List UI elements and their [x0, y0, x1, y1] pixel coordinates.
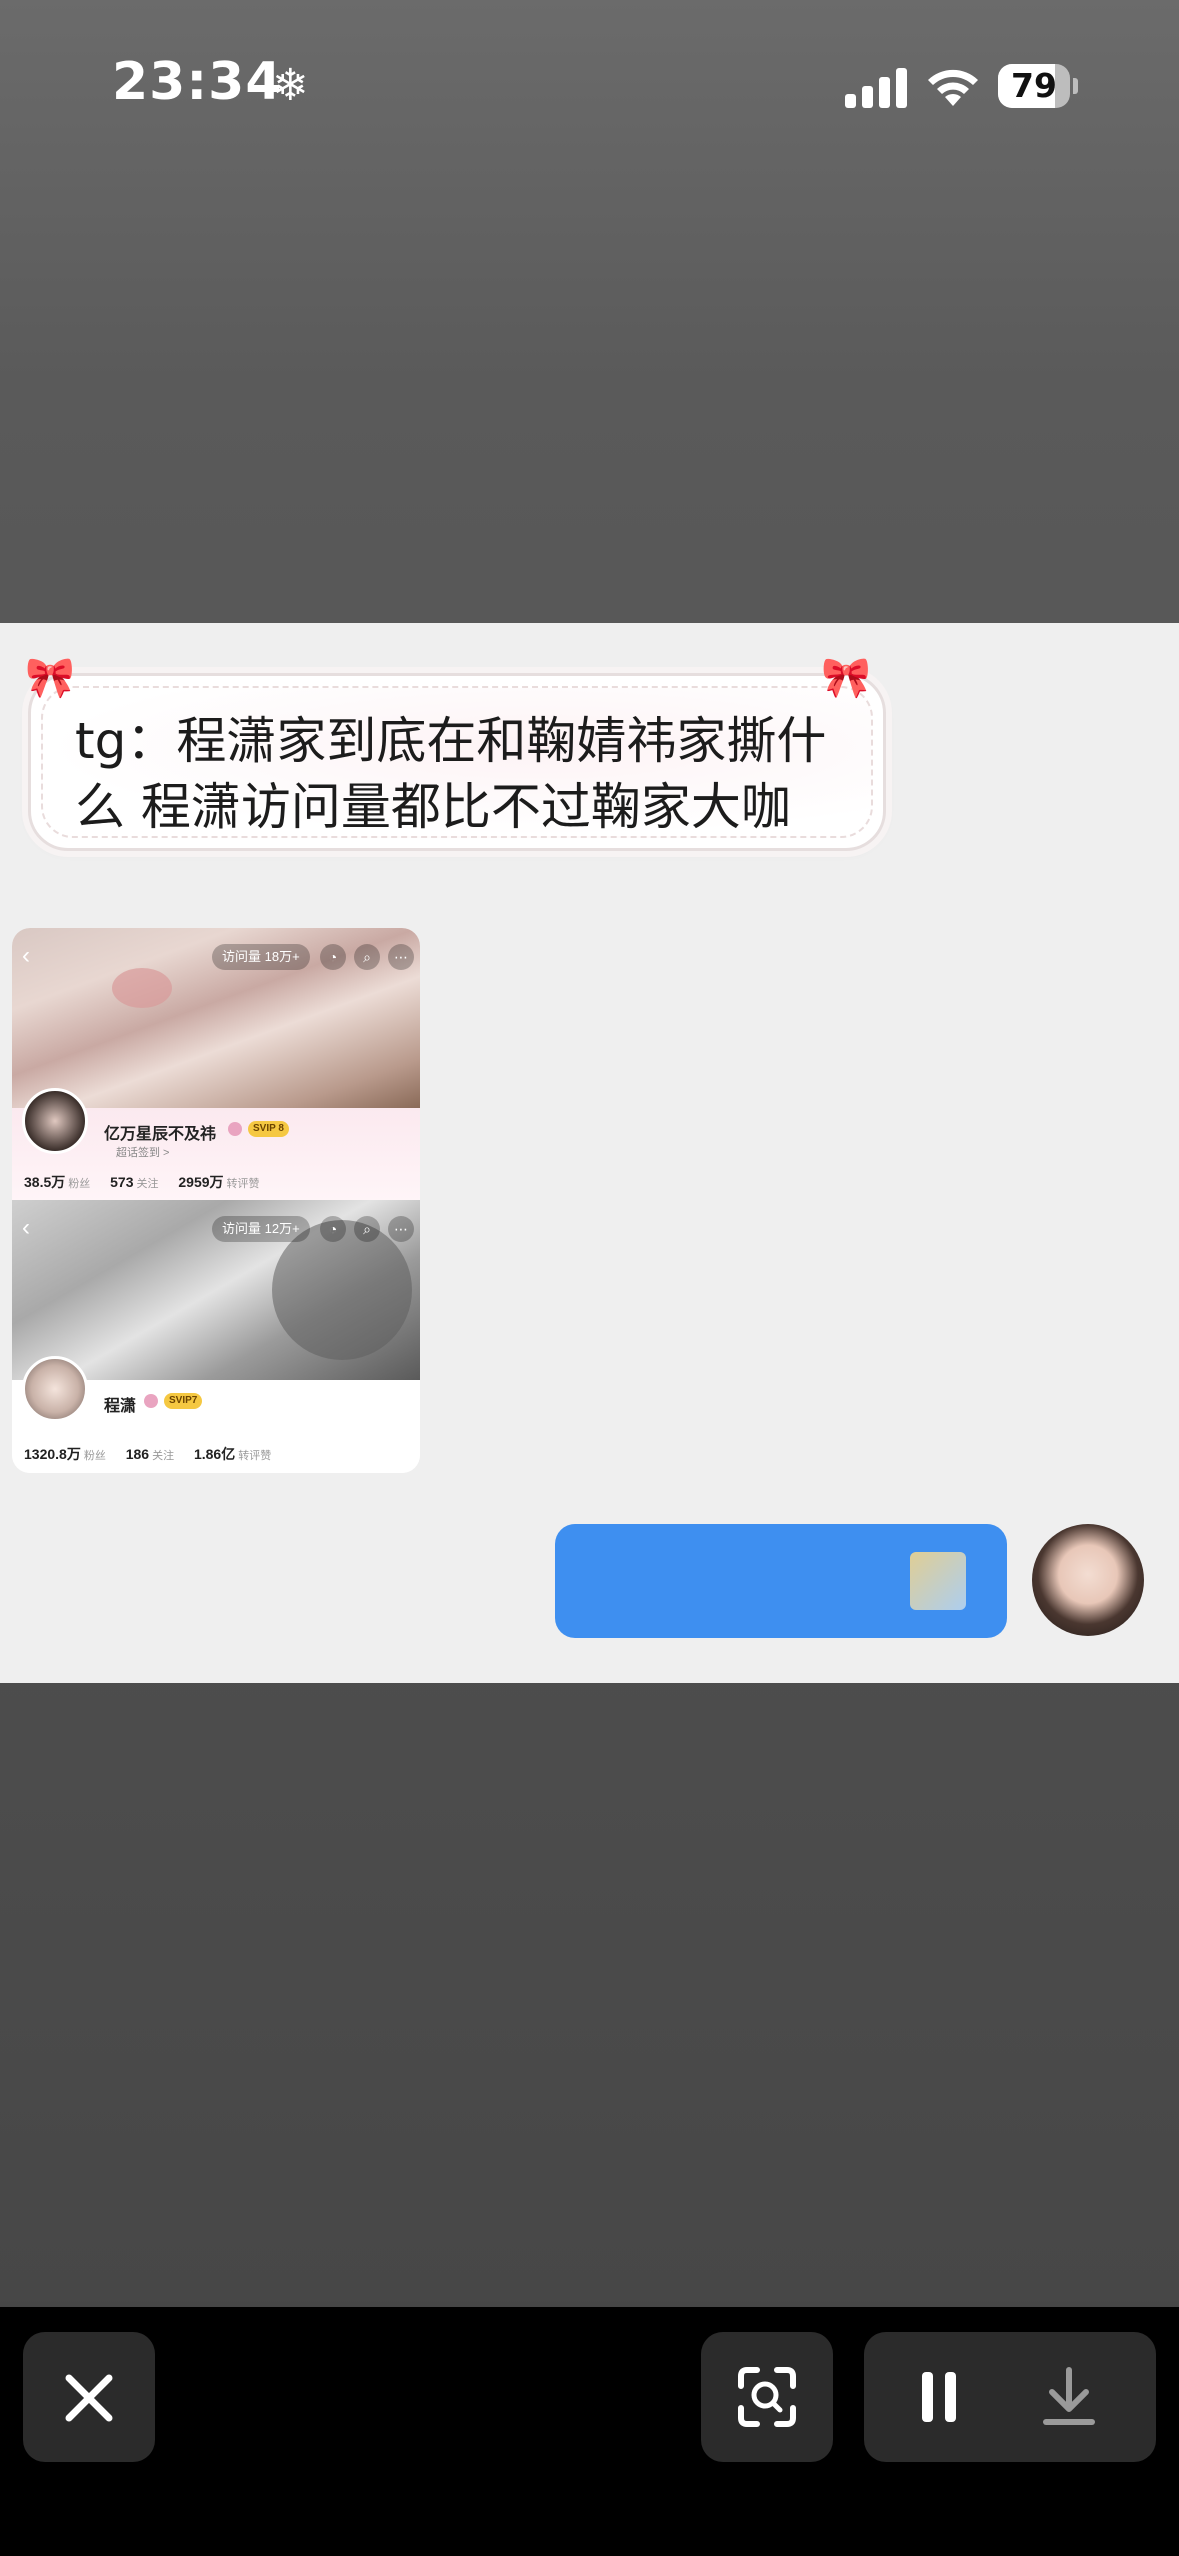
- search-icon: ⌕: [354, 1216, 380, 1242]
- image-message[interactable]: ‹ 访问量 18万+ ◔ ⌕ ⋯ 亿万星辰不及祎 SVIP 8 超话签到 > 3…: [12, 928, 420, 1473]
- bell-icon: ◔: [320, 1216, 346, 1242]
- close-button[interactable]: [23, 2332, 155, 2462]
- profile-nav: ‹ 访问量 18万+ ◔ ⌕ ⋯: [12, 942, 420, 972]
- search-icon: ⌕: [354, 944, 380, 970]
- incoming-message-bubble[interactable]: 🎀 🎀 tg：程潇家到底在和鞠婧祎家撕什么 程潇访问量都比不过鞠家大咖: [25, 656, 886, 851]
- pause-icon[interactable]: [904, 2362, 974, 2432]
- supertopic-checkin: 超话签到 >: [116, 1147, 170, 1159]
- bow-icon: 🎀: [821, 656, 871, 700]
- verified-icon: [144, 1394, 158, 1408]
- scan-button[interactable]: [701, 2332, 833, 2462]
- vip-badge: SVIP 8: [248, 1121, 289, 1137]
- profile-nav: ‹ 访问量 12万+ ◔ ⌕ ⋯: [12, 1214, 420, 1244]
- profile-name: 程潇: [104, 1398, 137, 1415]
- user-avatar[interactable]: [1032, 1524, 1144, 1636]
- profile-stats: 38.5万 粉丝 573 关注 2959万 转评赞: [24, 1174, 260, 1190]
- battery-icon: 79: [998, 64, 1078, 108]
- back-icon: ‹: [22, 1214, 30, 1241]
- download-icon[interactable]: [1034, 2362, 1104, 2432]
- status-time: 23:34: [112, 52, 283, 112]
- profile-name: 亿万星辰不及祎: [104, 1126, 217, 1143]
- media-controls: [864, 2332, 1156, 2462]
- bottom-toolbar: [0, 2307, 1179, 2556]
- bow-icon: 🎀: [25, 656, 75, 700]
- sticker-image: [910, 1552, 966, 1610]
- visit-count: 访问量 18万+: [212, 944, 310, 970]
- vip-badge: SVIP7: [164, 1393, 203, 1409]
- visit-count: 访问量 12万+: [212, 1216, 310, 1242]
- profile-avatar: [22, 1356, 88, 1422]
- bell-icon: ◔: [320, 944, 346, 970]
- status-bar: 23:34 ❄ 79: [0, 0, 1179, 175]
- cellular-signal-icon: [845, 66, 907, 108]
- more-icon: ⋯: [388, 944, 414, 970]
- back-icon: ‹: [22, 942, 30, 969]
- wifi-icon: [928, 69, 978, 106]
- snowflake-icon: ❄: [272, 61, 309, 110]
- outgoing-message-bubble[interactable]: [555, 1524, 1007, 1638]
- battery-percentage: 79: [1011, 66, 1057, 105]
- message-text: tg：程潇家到底在和鞠婧祎家撕什么 程潇访问量都比不过鞠家大咖: [75, 712, 827, 836]
- verified-icon: [228, 1122, 242, 1136]
- chat-panel: 🎀 🎀 tg：程潇家到底在和鞠婧祎家撕什么 程潇访问量都比不过鞠家大咖 ‹ 访问…: [0, 623, 1179, 1683]
- more-icon: ⋯: [388, 1216, 414, 1242]
- profile-stats: 1320.8万 粉丝 186 关注 1.86亿 转评赞: [24, 1446, 272, 1462]
- profile-avatar: [22, 1088, 88, 1154]
- close-icon: [65, 2374, 113, 2422]
- scan-icon: [738, 2367, 796, 2427]
